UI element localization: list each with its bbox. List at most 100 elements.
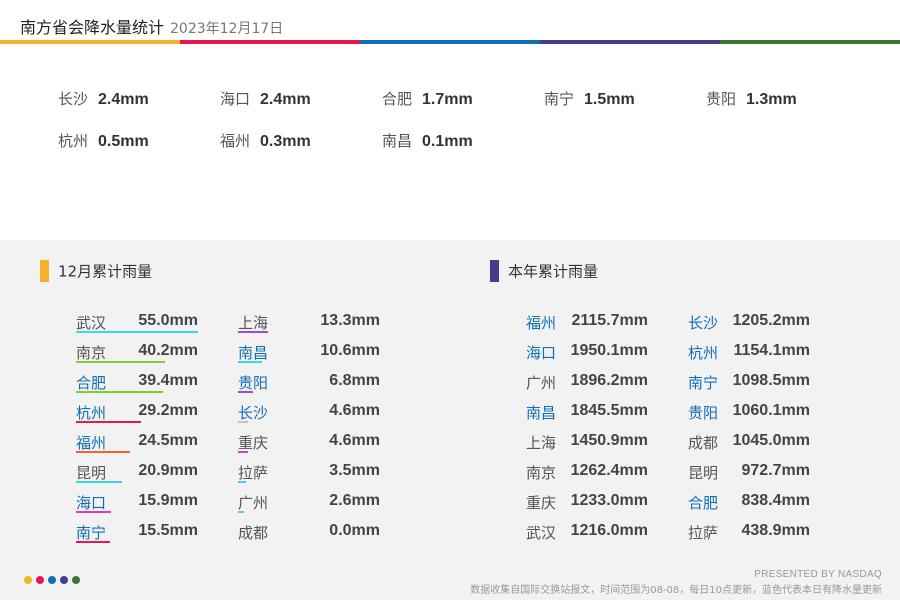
month-row: 昆明 20.9mm	[76, 456, 206, 486]
year-value: 1262.4mm	[570, 462, 648, 479]
today-item: 贵阳 1.3mm	[706, 88, 797, 109]
year-value: 1233.0mm	[570, 492, 648, 509]
year-row: 合肥 838.4mm	[688, 486, 810, 516]
month-value: 39.4mm	[138, 372, 198, 389]
today-city: 南昌	[382, 132, 413, 150]
today-value: 0.5mm	[98, 133, 149, 150]
today-city: 海口	[220, 90, 251, 108]
page-title: 南方省会降水量统计 2023年12月17日	[20, 14, 283, 38]
month-row: 合肥 39.4mm	[76, 366, 206, 396]
month-value: 15.5mm	[138, 522, 198, 539]
today-value: 0.3mm	[260, 133, 311, 150]
month-city: 南京	[76, 344, 107, 362]
month-row: 南京 40.2mm	[76, 336, 206, 366]
today-item: 杭州 0.5mm	[58, 130, 149, 151]
today-city: 贵阳	[706, 90, 737, 108]
year-row: 南京 1262.4mm	[526, 456, 648, 486]
title-text: 南方省会降水量统计	[20, 18, 165, 37]
month-value: 20.9mm	[138, 462, 198, 479]
today-city: 南宁	[544, 90, 575, 108]
footer-dot	[60, 576, 68, 584]
month-city: 昆明	[76, 464, 107, 482]
today-value: 0.1mm	[422, 133, 473, 150]
month-row: 拉萨 3.5mm	[238, 456, 380, 486]
today-value: 1.3mm	[746, 91, 797, 108]
year-city: 成都	[688, 434, 719, 452]
month-row: 成都 0.0mm	[238, 516, 380, 546]
year-city: 拉萨	[688, 524, 719, 542]
year-row: 成都 1045.0mm	[688, 426, 810, 456]
month-city: 南宁	[76, 524, 107, 542]
year-row: 上海 1450.9mm	[526, 426, 648, 456]
year-row: 南宁 1098.5mm	[688, 366, 810, 396]
year-row: 武汉 1216.0mm	[526, 516, 648, 546]
year-row: 海口 1950.1mm	[526, 336, 648, 366]
year-value: 438.9mm	[741, 522, 811, 539]
year-value: 972.7mm	[741, 462, 811, 479]
month-row: 长沙 4.6mm	[238, 396, 380, 426]
year-row: 贵阳 1060.1mm	[688, 396, 810, 426]
today-city: 长沙	[58, 90, 89, 108]
year-city: 南昌	[526, 404, 557, 422]
today-value: 2.4mm	[260, 91, 311, 108]
year-section-marker	[490, 260, 499, 282]
today-item: 福州 0.3mm	[220, 130, 311, 151]
month-row: 福州 24.5mm	[76, 426, 206, 456]
year-city: 杭州	[688, 344, 719, 362]
month-city: 海口	[76, 494, 107, 512]
month-value: 4.6mm	[329, 402, 380, 419]
month-value: 10.6mm	[320, 342, 380, 359]
header: 南方省会降水量统计 2023年12月17日	[0, 0, 900, 40]
today-item: 长沙 2.4mm	[58, 88, 149, 109]
today-item: 南昌 0.1mm	[382, 130, 473, 151]
month-city: 武汉	[76, 314, 107, 332]
year-row: 广州 1896.2mm	[526, 366, 648, 396]
brand-text: PRESENTED BY NASDAQ	[754, 569, 882, 580]
year-section-title: 本年累计雨量	[508, 262, 599, 281]
cumulative-section: 12月累计雨量 本年累计雨量 武汉 55.0mm 南京 40.2mm 合肥 39.4mm 杭…	[0, 240, 900, 600]
month-city: 上海	[238, 314, 269, 332]
month-row: 杭州 29.2mm	[76, 396, 206, 426]
month-city: 成都	[238, 524, 269, 542]
month-city: 长沙	[238, 404, 269, 422]
month-city: 重庆	[238, 434, 269, 452]
month-value: 15.9mm	[138, 492, 198, 509]
year-row: 拉萨 438.9mm	[688, 516, 810, 546]
today-value: 2.4mm	[98, 91, 149, 108]
today-rainfall-section: 长沙 2.4mm 海口 2.4mm 合肥 1.7mm 南宁 1.5mm 贵阳 1.3mm 杭州 0.5…	[0, 44, 900, 240]
today-item: 合肥 1.7mm	[382, 88, 473, 109]
year-row: 南昌 1845.5mm	[526, 396, 648, 426]
month-row: 重庆 4.6mm	[238, 426, 380, 456]
month-city: 杭州	[76, 404, 107, 422]
year-value: 1060.1mm	[732, 402, 810, 419]
year-section-header: 本年累计雨量	[490, 260, 598, 282]
year-row: 昆明 972.7mm	[688, 456, 810, 486]
footer-dot	[48, 576, 56, 584]
today-city: 杭州	[58, 132, 89, 150]
month-row: 贵阳 6.8mm	[238, 366, 380, 396]
year-value: 2115.7mm	[571, 312, 648, 329]
month-city: 合肥	[76, 374, 107, 392]
month-city: 南昌	[238, 344, 269, 362]
footer-dot	[36, 576, 44, 584]
footer-note: 数据收集自国际交换站报文，时间范围为08-08，每日10点更新，蓝色代表本日有降…	[470, 585, 882, 596]
year-value: 1216.0mm	[570, 522, 648, 539]
year-city: 贵阳	[688, 404, 719, 422]
month-value: 4.6mm	[329, 432, 380, 449]
month-value: 55.0mm	[138, 312, 198, 329]
year-value: 1896.2mm	[570, 372, 648, 389]
year-city: 南京	[526, 464, 557, 482]
year-row: 福州 2115.7mm	[526, 306, 648, 336]
today-value: 1.7mm	[422, 91, 473, 108]
year-row: 长沙 1205.2mm	[688, 306, 810, 336]
month-value: 0.0mm	[329, 522, 380, 539]
title-date: 2023年12月17日	[170, 21, 284, 37]
year-city: 广州	[526, 374, 557, 392]
today-value: 1.5mm	[584, 91, 635, 108]
footer-dot	[72, 576, 80, 584]
month-row: 上海 13.3mm	[238, 306, 380, 336]
year-value: 838.4mm	[741, 492, 811, 509]
year-value: 1205.2mm	[732, 312, 810, 329]
year-city: 合肥	[688, 494, 719, 512]
year-value: 1845.5mm	[570, 402, 648, 419]
